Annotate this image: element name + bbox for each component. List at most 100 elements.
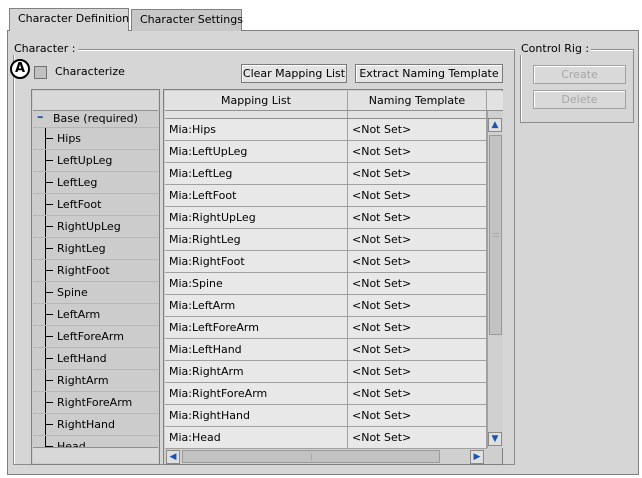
horizontal-scrollbar[interactable]: ◀ ▶ xyxy=(165,448,487,464)
tree-item-label: RightLeg xyxy=(57,242,106,255)
tree-item[interactable]: LeftArm xyxy=(33,304,158,326)
mapping-cell[interactable]: Mia:Head xyxy=(165,427,348,449)
tree-item[interactable]: Hips xyxy=(33,128,158,150)
tree-item-label: Hips xyxy=(57,132,82,145)
column-header-corner xyxy=(487,91,503,111)
tree-item[interactable]: RightUpLeg xyxy=(33,216,158,238)
mapping-cell[interactable]: Mia:LeftArm xyxy=(165,295,348,317)
clear-mapping-list-button[interactable]: Clear Mapping List xyxy=(241,64,347,83)
tree-item[interactable]: LeftUpLeg xyxy=(33,150,158,172)
naming-template-cell[interactable]: <Not Set> xyxy=(348,141,487,163)
tree-branch-line xyxy=(46,314,53,315)
mapping-cell[interactable]: Mia:RightArm xyxy=(165,361,348,383)
tree-item[interactable]: LeftFoot xyxy=(33,194,158,216)
vertical-scroll-thumb[interactable] xyxy=(489,135,502,335)
tree-item[interactable]: Spine xyxy=(33,282,158,304)
mapping-cell[interactable]: Mia:LeftForeArm xyxy=(165,317,348,339)
filter-row-mapping xyxy=(165,111,348,119)
naming-template-cell[interactable]: <Not Set> xyxy=(348,361,487,383)
control-rig-group-title: Control Rig : xyxy=(519,42,592,55)
thumb-grip xyxy=(493,236,499,237)
tree-header xyxy=(33,91,158,111)
thumb-grip xyxy=(311,454,312,460)
tree-branch-line xyxy=(46,138,53,139)
mapping-cell[interactable]: Mia:RightFoot xyxy=(165,251,348,273)
tree-footer xyxy=(33,447,158,463)
tree-item-label: LeftLeg xyxy=(57,176,98,189)
tree-branch-line xyxy=(46,336,53,337)
mapping-cell[interactable]: Mia:RightUpLeg xyxy=(165,207,348,229)
extract-naming-template-button[interactable]: Extract Naming Template xyxy=(355,64,503,83)
naming-template-cell[interactable]: <Not Set> xyxy=(348,295,487,317)
tree-item-label: LeftArm xyxy=(57,308,101,321)
tree-item-label: RightHand xyxy=(57,418,115,431)
tree-item-label: Spine xyxy=(57,286,88,299)
mapping-cell[interactable]: Mia:LeftLeg xyxy=(165,163,348,185)
scroll-down-button[interactable]: ▼ xyxy=(488,432,502,446)
horizontal-scroll-thumb[interactable] xyxy=(182,450,440,463)
tab-character-settings[interactable]: Character Settings xyxy=(131,9,243,31)
tree-item[interactable]: RightArm xyxy=(33,370,158,392)
naming-template-cell[interactable]: <Not Set> xyxy=(348,427,487,449)
tree-root-row[interactable]: – Base (required) xyxy=(33,110,158,128)
mapping-cell[interactable]: Mia:Hips xyxy=(165,119,348,141)
tree-branch-line xyxy=(46,358,53,359)
tree-branch-line xyxy=(46,424,53,425)
tree-item-label: LeftHand xyxy=(57,352,107,365)
tree-item[interactable]: LeftHand xyxy=(33,348,158,370)
mapping-cell[interactable]: Mia:Spine xyxy=(165,273,348,295)
characterize-checkbox[interactable] xyxy=(34,66,47,79)
tree-branch-line xyxy=(46,402,53,403)
naming-template-cell[interactable]: <Not Set> xyxy=(348,119,487,141)
naming-template-cell[interactable]: <Not Set> xyxy=(348,405,487,427)
vertical-scrollbar[interactable]: ▲ ▼ xyxy=(487,111,503,448)
tree-item-label: LeftFoot xyxy=(57,198,102,211)
naming-template-cell[interactable]: <Not Set> xyxy=(348,185,487,207)
tree-branch-line xyxy=(46,248,53,249)
column-header-naming-template[interactable]: Naming Template xyxy=(348,91,487,111)
mapping-cell[interactable]: Mia:RightLeg xyxy=(165,229,348,251)
tree-item[interactable]: RightHand xyxy=(33,414,158,436)
scroll-up-button[interactable]: ▲ xyxy=(488,118,502,132)
naming-template-cell[interactable]: <Not Set> xyxy=(348,317,487,339)
naming-template-cell[interactable]: <Not Set> xyxy=(348,339,487,361)
callout-a-marker: A xyxy=(10,59,30,79)
tree-branch-line xyxy=(46,204,53,205)
create-button[interactable]: Create xyxy=(533,65,626,84)
tree-item-label: RightForeArm xyxy=(57,396,133,409)
character-group-title: Character : xyxy=(12,42,78,55)
character-tree: – Base (required) Hips LeftUpLeg LeftLeg Le… xyxy=(31,89,160,465)
tree-branch-line xyxy=(46,292,53,293)
tab-character-definition[interactable]: Character Definition xyxy=(9,8,129,31)
scroll-right-button[interactable]: ▶ xyxy=(470,450,484,464)
column-header-mapping-list[interactable]: Mapping List xyxy=(165,91,348,111)
naming-template-cell[interactable]: <Not Set> xyxy=(348,207,487,229)
characterize-label: Characterize xyxy=(55,65,125,78)
mapping-cell[interactable]: Mia:LeftUpLeg xyxy=(165,141,348,163)
control-rig-groupbox: Control Rig : xyxy=(519,42,634,123)
tree-branch-line xyxy=(46,160,53,161)
tree-item-label: LeftUpLeg xyxy=(57,154,113,167)
tree-root-label: Base (required) xyxy=(53,112,138,125)
tree-item[interactable]: LeftLeg xyxy=(33,172,158,194)
mapping-cell[interactable]: Mia:LeftHand xyxy=(165,339,348,361)
mapping-cell[interactable]: Mia:RightForeArm xyxy=(165,383,348,405)
thumb-grip xyxy=(493,233,499,234)
tree-item[interactable]: LeftForeArm xyxy=(33,326,158,348)
naming-template-cell[interactable]: <Not Set> xyxy=(348,251,487,273)
tree-branch-line xyxy=(46,226,53,227)
naming-template-cell[interactable]: <Not Set> xyxy=(348,229,487,251)
tree-item[interactable]: RightFoot xyxy=(33,260,158,282)
tree-item-label: RightArm xyxy=(57,374,109,387)
delete-button[interactable]: Delete xyxy=(533,90,626,109)
naming-template-cell[interactable]: <Not Set> xyxy=(348,383,487,405)
naming-template-cell[interactable]: <Not Set> xyxy=(348,163,487,185)
tree-item[interactable]: RightForeArm xyxy=(33,392,158,414)
tree-item[interactable]: RightLeg xyxy=(33,238,158,260)
mapping-cell[interactable]: Mia:LeftFoot xyxy=(165,185,348,207)
tree-branch-line xyxy=(46,182,53,183)
collapse-icon[interactable]: – xyxy=(37,110,44,125)
naming-template-cell[interactable]: <Not Set> xyxy=(348,273,487,295)
scroll-left-button[interactable]: ◀ xyxy=(166,450,180,464)
mapping-cell[interactable]: Mia:RightHand xyxy=(165,405,348,427)
